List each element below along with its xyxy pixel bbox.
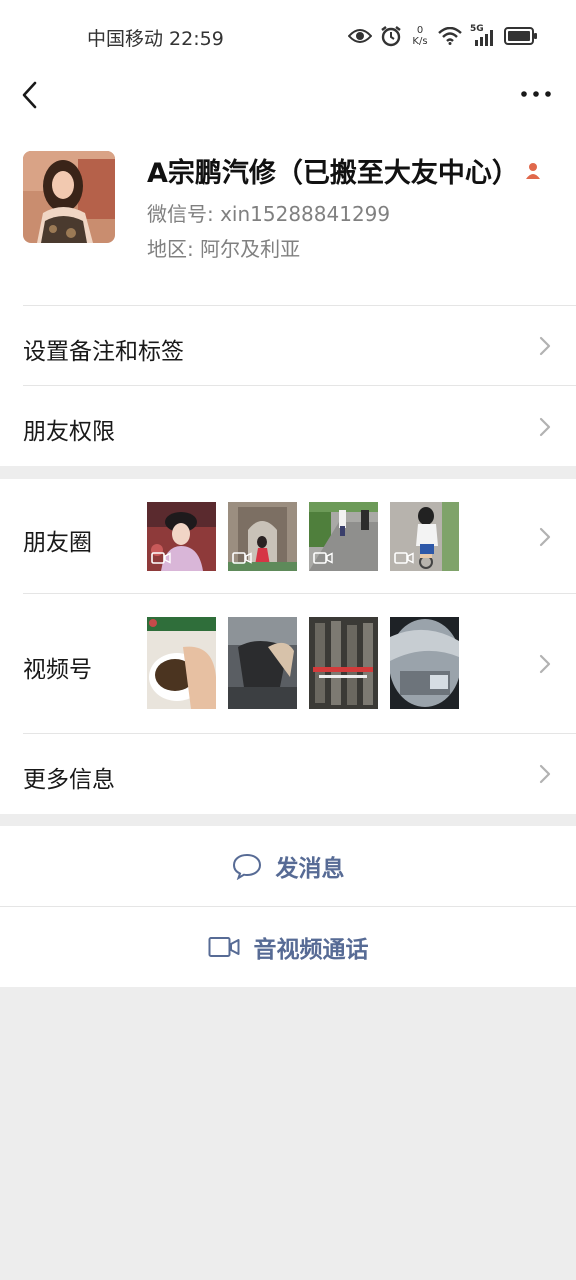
signal-indicator: 5G — [470, 24, 496, 48]
friend-permission-label: 朋友权限 — [23, 419, 115, 445]
signal-icon — [475, 30, 493, 46]
wechat-id: 微信号: xin15288841299 — [147, 202, 391, 226]
video-icon — [394, 552, 414, 564]
battery-icon — [504, 27, 537, 45]
remark-tags-label: 设置备注和标签 — [23, 339, 184, 365]
video-call-label: 音视频通话 — [253, 937, 369, 963]
video-camera-icon — [208, 937, 239, 957]
channels-thumbnail[interactable] — [390, 617, 459, 709]
channels-thumbnail[interactable] — [228, 617, 297, 709]
alarm-icon — [381, 26, 401, 47]
moments-thumbnail[interactable] — [228, 502, 297, 571]
chevron-right-icon — [539, 764, 551, 784]
moments-row[interactable]: 朋友圈 — [0, 479, 576, 593]
person-icon — [525, 162, 540, 179]
chat-bubble-icon — [232, 853, 261, 880]
status-icons: 0 K/s 5G — [348, 22, 538, 50]
more-info-row[interactable]: 更多信息 — [0, 734, 576, 814]
chevron-right-icon — [539, 417, 551, 437]
video-icon — [232, 552, 252, 564]
chevron-right-icon — [539, 527, 551, 547]
video-icon — [151, 552, 171, 564]
moments-thumbnails — [147, 502, 459, 571]
more-info-label: 更多信息 — [23, 767, 115, 793]
chevron-right-icon — [539, 654, 551, 674]
network-speed: 0 K/s — [412, 25, 428, 47]
friend-permission-row[interactable]: 朋友权限 — [0, 386, 576, 466]
channels-row[interactable]: 视频号 — [0, 594, 576, 733]
moments-label: 朋友圈 — [23, 530, 92, 556]
carrier-time: 中国移动 22:59 — [87, 28, 224, 50]
contact-name: A宗鹏汽修（已搬至大友中心） — [147, 158, 519, 189]
video-call-button[interactable]: 音视频通话 — [0, 907, 576, 987]
contact-name-row: A宗鹏汽修（已搬至大友中心） — [147, 151, 541, 190]
moments-thumbnail[interactable] — [309, 502, 378, 571]
send-message-button[interactable]: 发消息 — [0, 826, 576, 906]
channels-thumbnail[interactable] — [147, 617, 216, 709]
back-arrow-icon[interactable] — [16, 78, 46, 112]
video-icon — [313, 552, 333, 564]
channels-label: 视频号 — [23, 657, 92, 683]
channels-thumbnail[interactable] — [309, 617, 378, 709]
chevron-right-icon — [539, 336, 551, 356]
wifi-icon — [438, 27, 462, 45]
eye-icon — [348, 29, 372, 43]
status-bar: 中国移动 22:59 0 K/s 5G — [0, 0, 576, 70]
region: 地区: 阿尔及利亚 — [147, 237, 301, 261]
channels-thumbnails — [147, 617, 459, 709]
send-message-label: 发消息 — [275, 856, 345, 882]
remark-tags-row[interactable]: 设置备注和标签 — [0, 306, 576, 385]
moments-thumbnail[interactable] — [147, 502, 216, 571]
moments-thumbnail[interactable] — [390, 502, 459, 571]
more-options-icon[interactable] — [518, 80, 554, 108]
avatar[interactable] — [23, 151, 115, 243]
